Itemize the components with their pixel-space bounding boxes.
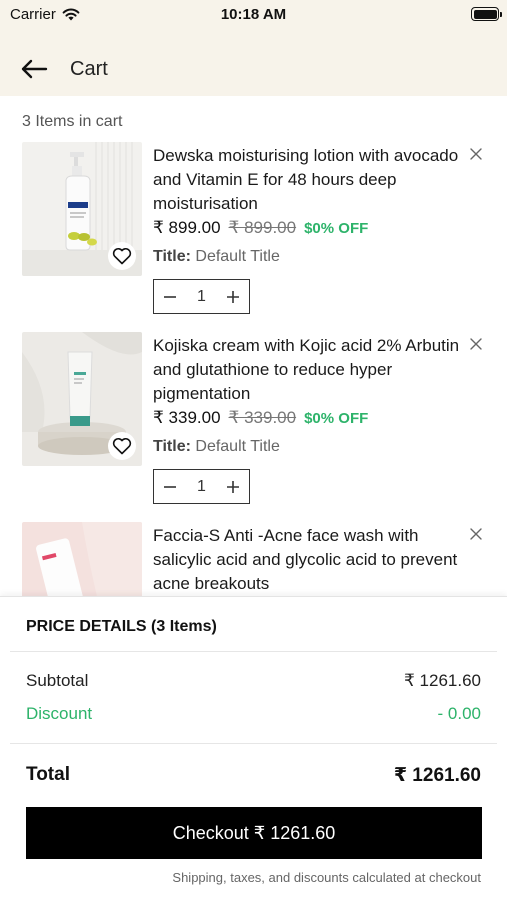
quantity-value: 1	[197, 287, 206, 305]
cart-item: Kojiska cream with Kojic acid 2% Arbutin…	[0, 328, 507, 508]
wishlist-button[interactable]	[108, 242, 136, 270]
checkout-button[interactable]: Checkout ₹ 1261.60	[26, 807, 482, 859]
product-image[interactable]	[22, 332, 142, 466]
variant-label: Title:	[153, 438, 191, 455]
price-details-title: PRICE DETAILS (3 Items)	[26, 618, 217, 635]
total-value: ₹ 1261.60	[393, 765, 481, 786]
quantity-value: 1	[197, 477, 206, 495]
product-title[interactable]: Faccia-S Anti -Acne face wash with salic…	[153, 524, 473, 596]
variant-info: Title: Default Title	[153, 248, 280, 266]
cart-item: Faccia-S Anti -Acne face wash with salic…	[0, 518, 507, 596]
checkout-note: Shipping, taxes, and discounts calculate…	[172, 870, 481, 885]
wishlist-button[interactable]	[108, 432, 136, 460]
remove-item-button[interactable]	[466, 334, 486, 354]
variant-value: Default Title	[190, 248, 280, 265]
heart-icon	[112, 437, 132, 455]
quantity-stepper: 1	[153, 469, 250, 504]
product-image-face-wash	[22, 522, 142, 596]
product-image[interactable]	[22, 142, 142, 276]
price-details-panel: PRICE DETAILS (3 Items) Subtotal ₹ 1261.…	[0, 596, 507, 900]
product-title[interactable]: Dewska moisturising lotion with avocado …	[153, 144, 473, 216]
discount-badge: $0% OFF	[304, 410, 369, 427]
nav-bar: Cart	[0, 46, 507, 92]
back-button[interactable]	[16, 54, 52, 84]
remove-item-button[interactable]	[466, 524, 486, 544]
product-image[interactable]	[22, 522, 142, 596]
price-current: ₹ 339.00	[153, 408, 221, 427]
plus-icon	[227, 290, 239, 303]
minus-icon	[164, 485, 176, 488]
subtotal-label: Subtotal	[26, 671, 89, 690]
status-time: 10:18 AM	[220, 6, 287, 23]
subtotal-value: ₹ 1261.60	[404, 671, 481, 690]
product-title[interactable]: Kojiska cream with Kojic acid 2% Arbutin…	[153, 334, 473, 406]
quantity-stepper: 1	[153, 279, 250, 314]
variant-info: Title: Default Title	[153, 438, 280, 456]
heart-icon	[112, 247, 132, 265]
price-row: ₹ 339.00 ₹ 339.00 $0% OFF	[153, 408, 368, 428]
decrease-quantity-button[interactable]	[154, 280, 186, 313]
discount-badge: $0% OFF	[304, 220, 369, 237]
price-current: ₹ 899.00	[153, 218, 221, 237]
divider	[10, 743, 497, 744]
status-bar: Carrier 10:18 AM	[0, 0, 507, 30]
price-compare: ₹ 899.00	[228, 218, 297, 237]
cart-count: 3 Items in cart	[22, 113, 123, 130]
cart-item: Dewska moisturising lotion with avocado …	[0, 138, 507, 318]
discount-value: - 0.00	[437, 704, 481, 723]
increase-quantity-button[interactable]	[217, 470, 249, 503]
decrease-quantity-button[interactable]	[154, 470, 186, 503]
price-row: ₹ 899.00 ₹ 899.00 $0% OFF	[153, 218, 368, 238]
top-bar: Carrier 10:18 AM Cart	[0, 0, 507, 96]
close-icon	[470, 528, 482, 540]
price-compare: ₹ 339.00	[228, 408, 297, 427]
discount-label: Discount	[26, 704, 93, 723]
variant-label: Title:	[153, 248, 191, 265]
remove-item-button[interactable]	[466, 144, 486, 164]
close-icon	[470, 148, 482, 160]
minus-icon	[164, 295, 176, 298]
battery-icon	[471, 7, 502, 21]
page-title: Cart	[70, 58, 108, 80]
increase-quantity-button[interactable]	[217, 280, 249, 313]
variant-value: Default Title	[190, 438, 280, 455]
back-arrow-icon	[21, 59, 48, 79]
plus-icon	[227, 480, 239, 493]
close-icon	[470, 338, 482, 350]
cart-item-list[interactable]: Dewska moisturising lotion with avocado …	[0, 138, 507, 596]
divider	[10, 651, 497, 652]
total-label: Total	[26, 764, 70, 785]
